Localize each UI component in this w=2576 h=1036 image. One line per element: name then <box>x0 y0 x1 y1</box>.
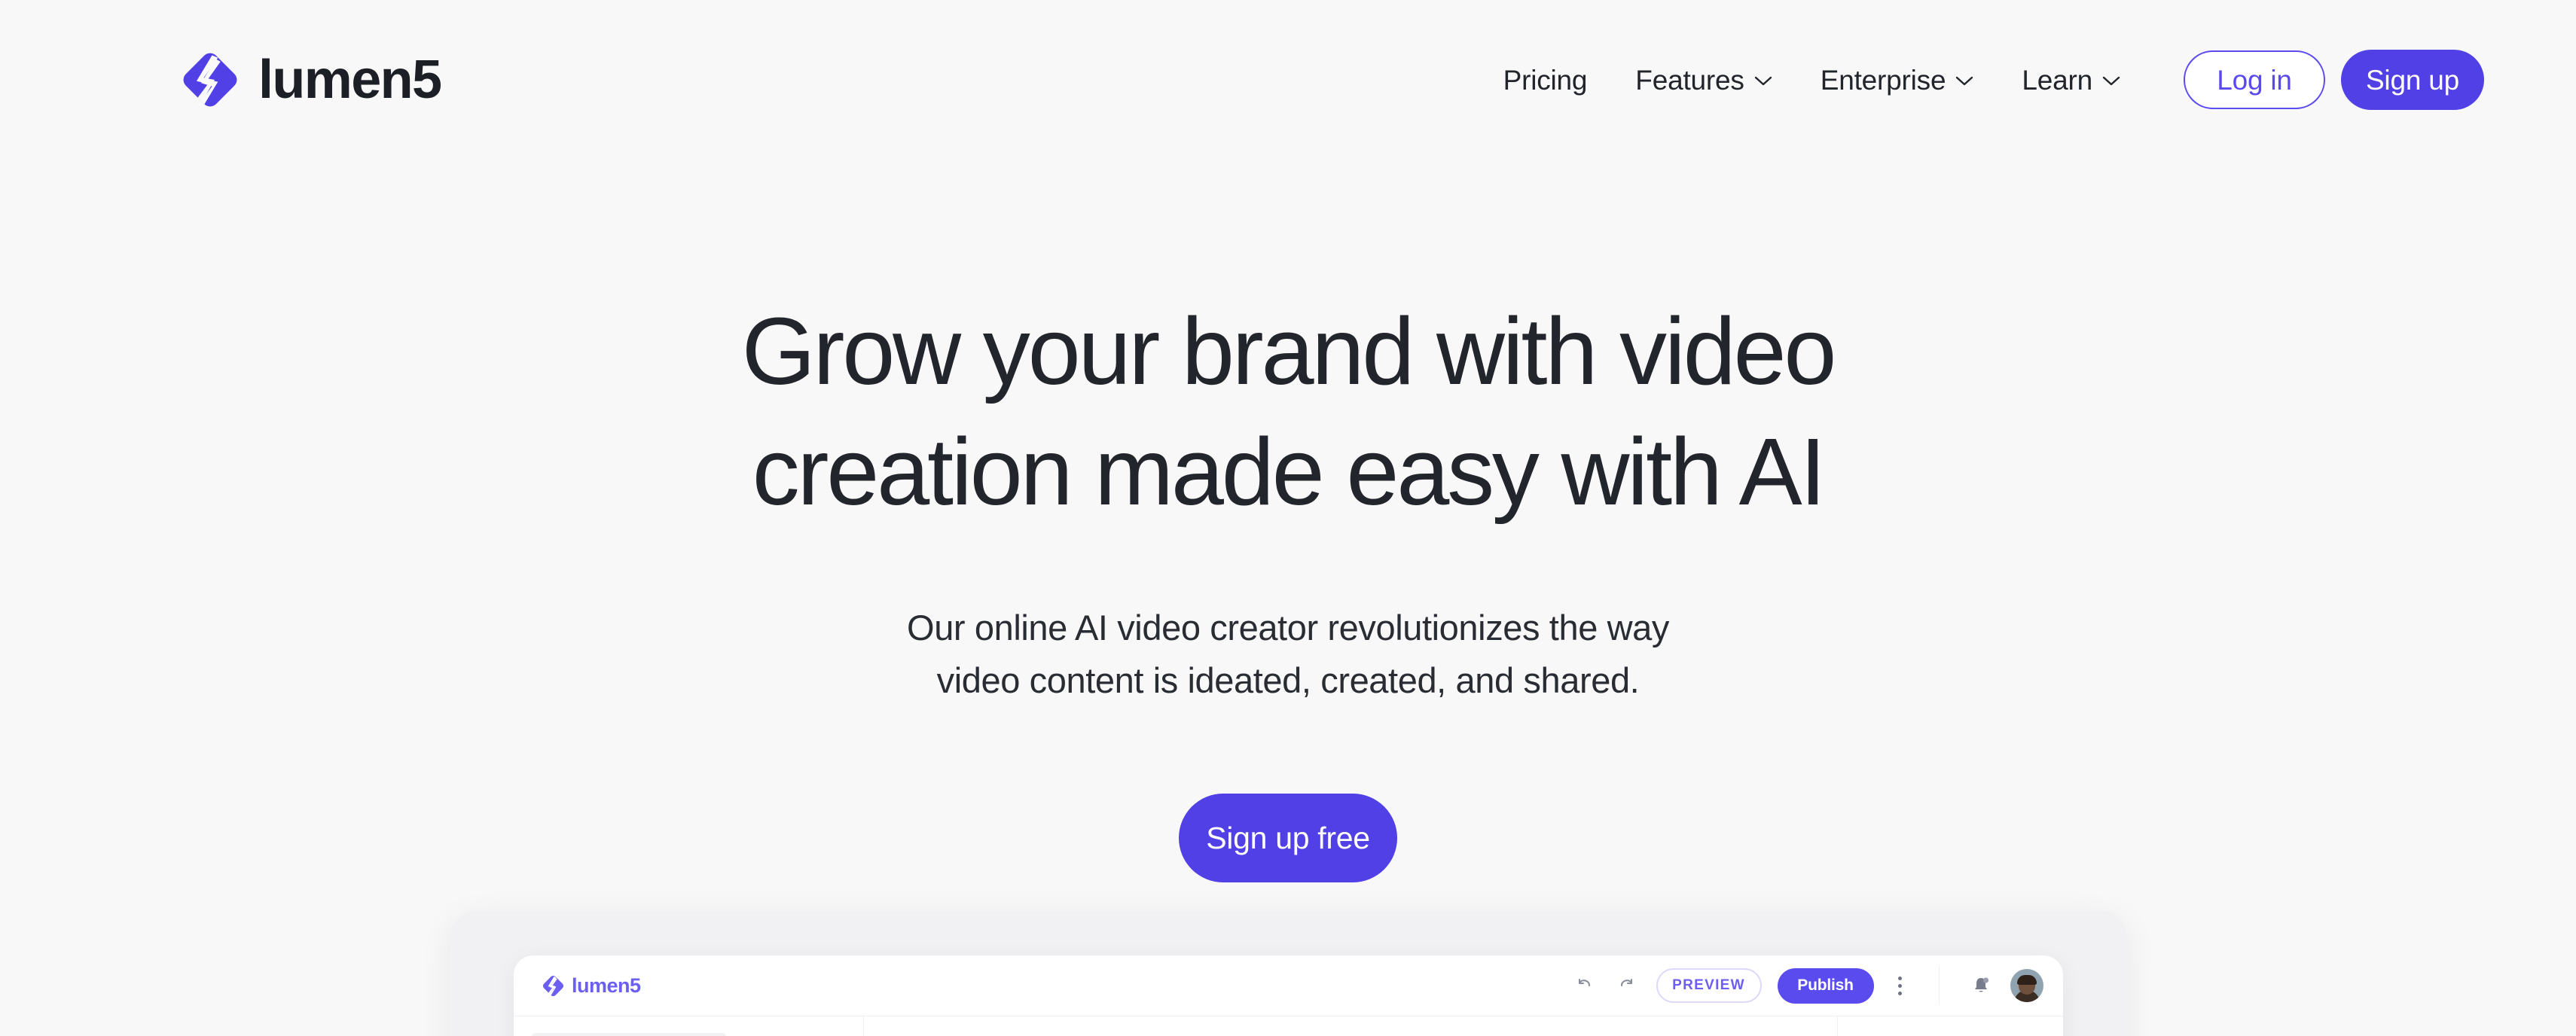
signup-free-button[interactable]: Sign up free <box>1179 794 1397 883</box>
more-vertical-icon[interactable] <box>1890 972 1911 999</box>
app-left-panel <box>514 1016 864 1036</box>
headline-line-2: creation made easy with AI <box>752 419 1827 526</box>
app-preview-toolbar: lumen5 PREVIEW Publish <box>514 955 2063 1016</box>
app-logo-wordmark: lumen5 <box>572 974 641 997</box>
notification-bell-icon <box>1975 977 1989 992</box>
redo-arrow-icon <box>1620 978 1632 987</box>
placeholder-bar <box>532 1033 726 1036</box>
preview-button[interactable]: PREVIEW <box>1656 968 1762 1003</box>
kebab-dot <box>1898 983 1902 988</box>
landing-page: lumen5 Pricing Features Enterprise Learn <box>0 0 2576 1036</box>
chevron-down-icon <box>2102 76 2120 86</box>
app-logo[interactable]: lumen5 <box>541 974 641 998</box>
chevron-down-icon <box>1956 76 1973 86</box>
chevron-down-icon <box>1754 76 1772 86</box>
logo-wordmark: lumen5 <box>258 50 442 110</box>
app-preview-window: lumen5 PREVIEW Publish <box>514 955 2063 1036</box>
lumen5-diamond-bolt-icon <box>183 53 237 107</box>
hero-section: Grow your brand with video creation made… <box>0 160 2576 883</box>
app-toolbar-actions: PREVIEW Publish <box>1570 966 2043 1005</box>
hero-subtitle: Our online AI video creator revolutioniz… <box>685 602 1891 706</box>
lumen5-diamond-bolt-icon <box>542 975 564 996</box>
page-title: Grow your brand with video creation made… <box>309 291 2267 532</box>
user-avatar[interactable] <box>2010 969 2043 1002</box>
nav-item-enterprise[interactable]: Enterprise <box>1796 66 1998 94</box>
nav-item-enterprise-label: Enterprise <box>1820 64 1946 96</box>
app-preview-content <box>514 1016 2063 1036</box>
app-right-panel <box>1837 1016 2063 1036</box>
site-header: lumen5 Pricing Features Enterprise Learn <box>0 0 2576 160</box>
headline-line-1: Grow your brand with video <box>741 298 1837 404</box>
toolbar-divider <box>1938 966 1940 1005</box>
publish-button[interactable]: Publish <box>1777 967 1874 1004</box>
avatar-hair <box>2017 975 2037 985</box>
undo-button[interactable] <box>1570 972 1598 999</box>
logo-link[interactable]: lumen5 <box>178 47 442 113</box>
signup-button[interactable]: Sign up <box>2341 50 2484 110</box>
hero-cta-wrap: Sign up free <box>0 794 2576 883</box>
login-button[interactable]: Log in <box>2184 50 2325 109</box>
kebab-dot <box>1898 976 1902 980</box>
nav-item-learn-label: Learn <box>2022 64 2092 96</box>
kebab-dot <box>1898 991 1902 995</box>
nav-item-features[interactable]: Features <box>1611 66 1796 94</box>
nav-item-pricing[interactable]: Pricing <box>1503 66 1612 94</box>
undo-arrow-icon <box>1578 978 1590 987</box>
subhead-line-1: Our online AI video creator revolutioniz… <box>907 608 1669 648</box>
nav-item-learn[interactable]: Learn <box>1998 66 2144 94</box>
app-canvas-panel <box>864 1016 1837 1036</box>
notifications-button[interactable] <box>1967 972 1995 999</box>
primary-nav: Pricing Features Enterprise Learn Log in… <box>1503 0 2484 160</box>
subhead-line-2: video content is ideated, created, and s… <box>936 660 1640 700</box>
nav-item-features-label: Features <box>1635 64 1744 96</box>
auth-actions: Log in Sign up <box>2184 50 2484 110</box>
redo-button[interactable] <box>1613 972 1641 999</box>
nav-item-pricing-label: Pricing <box>1503 64 1588 96</box>
